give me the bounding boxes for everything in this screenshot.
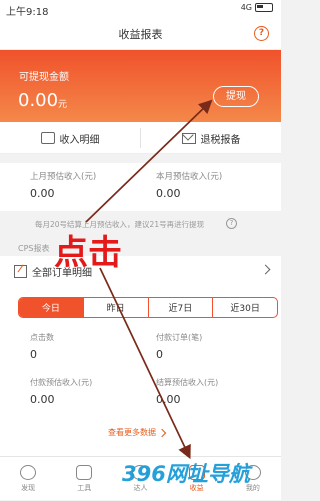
stat-value: 0 [30,348,37,361]
balance-unit: 元 [58,100,68,110]
settlement-note: 每月20号结算上月预估收入，建议21号再进行提现 ? [0,211,281,237]
last-month-label: 上月预估收入(元) [30,172,97,182]
more-data-label: 查看更多数据 [108,428,156,437]
tab-today[interactable]: 今日 [19,298,84,317]
last-month-value: 0.00 [30,187,55,200]
more-data-link[interactable]: 查看更多数据 [108,427,167,438]
this-month-label: 本月预估收入(元) [156,172,223,182]
nav-item-tools[interactable]: 工具 [59,457,109,501]
stat-label: 点击数 [30,333,54,342]
watermark-text: 396网址导航 [122,462,250,486]
balance-card: 可提现金额 0.00 元 提现 [0,50,281,122]
compass-icon [20,465,37,480]
status-time: 上午9:18 [6,7,49,18]
status-bar: 上午9:18 4G [0,0,281,18]
stat-label: 付款预估收入(元) [30,378,93,387]
tab-7-days[interactable]: 近7日 [149,298,214,317]
question-circle-icon[interactable]: ? [226,218,237,229]
chevron-right-icon [157,428,167,438]
stat-value: 0.00 [30,393,55,406]
battery-icon [255,3,273,12]
edit-icon [14,265,27,278]
envelope-icon [181,132,196,144]
monthly-estimates: 上月预估收入(元) 0.00 本月预估收入(元) 0.00 [0,163,281,211]
tab-yesterday[interactable]: 昨日 [84,298,149,317]
stat-label: 付款订单(笔) [156,333,203,342]
stat-value: 0 [156,348,163,361]
withdraw-button[interactable]: 提现 [213,86,259,107]
balance-amount: 0.00 [18,90,59,111]
toolbox-icon [76,465,93,480]
wallet-icon [40,132,55,144]
top-header: 收益报表 ? [0,18,281,50]
status-indicators: 4G [241,3,273,12]
cps-section-label: CPS报表 [18,244,50,253]
income-detail-button[interactable]: 收入明细 [0,122,140,154]
date-range-tabs: 今日 昨日 近7日 近30日 [18,297,278,318]
signal-label: 4G [240,3,252,12]
chevron-right-icon[interactable] [260,264,271,275]
nav-label: 工具 [77,484,92,492]
refund-declare-button[interactable]: 退税报备 [141,122,281,154]
action-row: 收入明细 退税报备 [0,122,281,154]
tab-30-days[interactable]: 近30日 [213,298,277,317]
annotation-click-label: 点击 [54,233,122,273]
question-circle-icon[interactable]: ? [254,26,269,41]
this-month-value: 0.00 [156,187,181,200]
page-title: 收益报表 [118,28,163,41]
refund-declare-label: 退税报备 [200,134,241,146]
orders-section: 全部订单明细 今日 昨日 近7日 近30日 点击数 0 付款订单(笔) 0 付款… [0,256,281,456]
stat-value: 0.00 [156,393,181,406]
balance-label: 可提现金额 [19,72,69,83]
income-detail-label: 收入明细 [59,134,100,146]
nav-label: 发现 [21,484,36,492]
nav-item-discover[interactable]: 发现 [3,457,53,501]
stat-label: 结算预估收入(元) [156,378,219,387]
